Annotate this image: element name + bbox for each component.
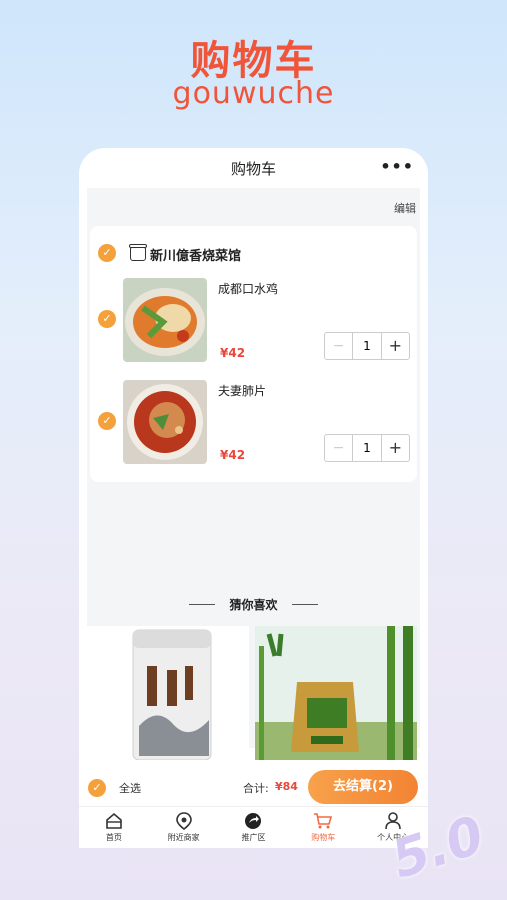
user-icon [385,812,401,830]
tab-nearby[interactable]: 附近商家 [149,807,219,848]
tab-cart[interactable]: 购物车 [288,807,358,848]
shop-name[interactable]: 新川億香烧菜馆 [150,245,241,264]
share-icon [245,813,262,829]
item-checkbox[interactable]: ✓ [98,310,116,328]
tab-label: 推广区 [241,833,266,842]
home-icon [106,812,122,829]
navbar: 购物车 ••• [79,148,428,186]
quantity-value[interactable]: 1 [353,435,380,461]
shop-card: ✓ 新川億香烧菜馆 ✓ 成都口水鸡 ¥42 − 1 + ✓ 夫妻肺片 ¥42 −… [90,226,417,482]
total-label: 合计: [243,782,269,795]
tab-label: 附近商家 [167,833,200,842]
tab-home[interactable]: 首页 [79,807,149,848]
divider-line [292,604,318,605]
item-checkbox[interactable]: ✓ [98,412,116,430]
quantity-stepper: − 1 + [324,332,410,360]
recommend-product-image[interactable] [87,626,249,760]
page-title: 购物车 [230,160,276,178]
decrease-button[interactable]: − [325,333,354,359]
checkout-bar: ✓ 全选 合计: ¥84 去结算(2) [79,768,428,806]
quantity-value[interactable]: 1 [353,333,380,359]
item-thumbnail[interactable] [123,278,207,362]
more-dots-icon[interactable]: ••• [380,157,414,176]
cart-icon [314,813,333,829]
total-value: ¥84 [275,780,298,793]
item-name[interactable]: 成都口水鸡 [218,280,278,297]
tab-promotion[interactable]: 推广区 [219,807,289,848]
hero-subtitle: gouwuche [172,76,335,111]
tab-label: 首页 [105,833,122,842]
increase-button[interactable]: + [380,435,409,461]
shop-checkbox[interactable]: ✓ [98,244,116,262]
quantity-stepper: − 1 + [324,434,410,462]
cart-content: 编辑 ✓ 新川億香烧菜馆 ✓ 成都口水鸡 ¥42 − 1 + ✓ 夫妻肺片 ¥4… [87,188,420,760]
edit-button[interactable]: 编辑 [394,200,416,216]
recommend-title: 猜你喜欢 [229,598,278,612]
select-all-label[interactable]: 全选 [119,780,141,796]
recommend-product-image[interactable] [255,626,417,760]
select-all-checkbox[interactable]: ✓ [88,779,106,797]
item-name[interactable]: 夫妻肺片 [218,382,266,399]
phone-frame: 购物车 ••• 编辑 ✓ 新川億香烧菜馆 ✓ 成都口水鸡 ¥42 − 1 + ✓… [79,148,428,848]
location-icon [175,812,192,830]
checkout-button[interactable]: 去结算(2) [308,770,418,804]
item-price: ¥42 [220,448,246,462]
decrease-button[interactable]: − [325,435,354,461]
increase-button[interactable]: + [380,333,409,359]
item-thumbnail[interactable] [123,380,207,464]
tab-label: 购物车 [311,833,336,842]
shop-icon [129,244,147,261]
tab-bar: 首页 附近商家 推广区 购物车 个人中心 [79,806,428,848]
item-price: ¥42 [220,346,246,360]
